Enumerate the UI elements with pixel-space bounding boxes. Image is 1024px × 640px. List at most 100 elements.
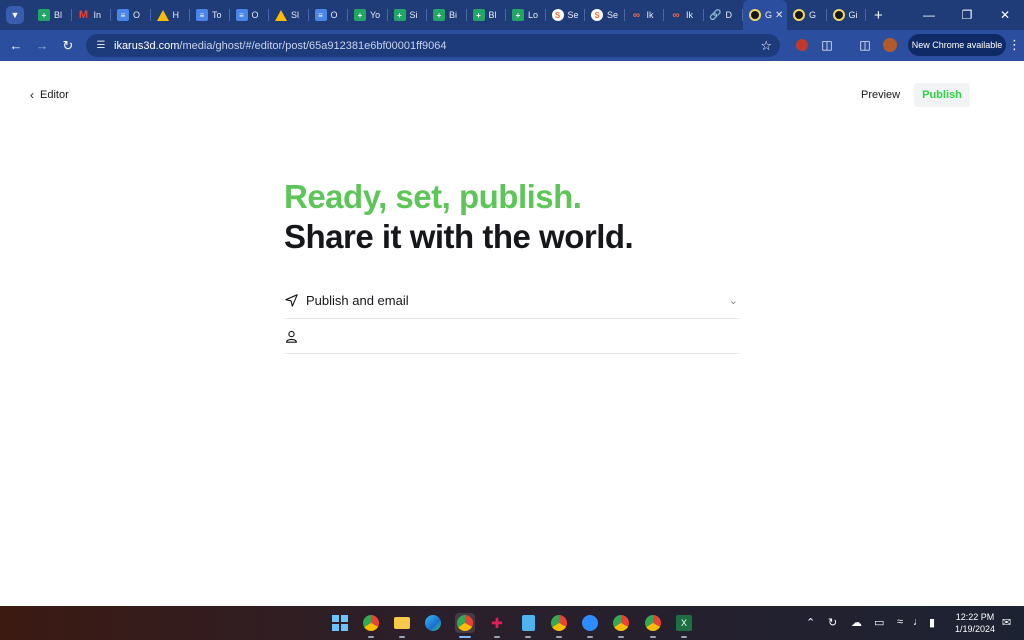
browser-tab[interactable]: Sl — [269, 0, 309, 30]
tab-title: G — [765, 10, 773, 20]
running-indicator — [587, 636, 593, 638]
browser-tab[interactable]: G ✕ — [743, 0, 787, 30]
browser-tab-strip: ▼ + Bl M In ≡ O H ≡ To ≡ O Sl ≡ O + Yo + Si + Bi + Bl + Lo S Se S S… — [0, 0, 1024, 30]
tab-list: + Bl M In ≡ O H ≡ To ≡ O Sl ≡ O + Yo + Si + Bi + Bl + Lo S Se S Se ∞… — [32, 0, 866, 30]
chrome-profile-1-icon[interactable] — [361, 613, 381, 633]
volume-icon[interactable]: ♩ — [913, 616, 924, 628]
tab-title: Bi — [449, 10, 458, 20]
browser-tab[interactable]: + Bi — [427, 0, 467, 30]
running-indicator — [681, 636, 687, 638]
tab-search-button[interactable]: ▼ — [6, 6, 24, 24]
back-to-editor-link[interactable]: ‹ Editor — [30, 88, 69, 102]
tab-title: Lo — [528, 10, 539, 20]
tab-title: O — [330, 10, 338, 20]
tab-title: D — [725, 10, 733, 20]
browser-tab[interactable]: ≡ O — [309, 0, 349, 30]
browser-tab[interactable]: + Lo — [506, 0, 546, 30]
sheets-icon: + — [38, 9, 50, 21]
chrome-profile-2-icon[interactable] — [455, 613, 475, 633]
tab-title: Si — [409, 10, 418, 20]
back-arrow-icon[interactable]: ← — [6, 36, 26, 56]
headline-line-1: Ready, set, publish. — [284, 178, 582, 215]
browser-tab[interactable]: S Se — [585, 0, 625, 30]
edge-icon[interactable] — [423, 613, 443, 633]
sync-icon[interactable]: ↻ — [828, 616, 837, 629]
address-bar[interactable]: ☰ ikarus3d.com/media/ghost/#/editor/post… — [86, 34, 780, 57]
tab-title: O — [251, 10, 259, 20]
extension-icon[interactable] — [794, 37, 810, 53]
preview-button[interactable]: Preview — [852, 83, 909, 107]
clock-time: 12:22 PM — [955, 612, 995, 622]
reload-icon[interactable]: ↻ — [58, 36, 78, 56]
chevron-down-icon: ⌄ — [728, 295, 738, 307]
battery-icon[interactable]: ▮ — [929, 616, 935, 629]
window-controls: — ❐ ✕ — [910, 0, 1024, 30]
chrome-profile-5-icon[interactable] — [643, 613, 663, 633]
browser-tab[interactable]: ≡ To — [190, 0, 230, 30]
browser-tab[interactable]: ∞ Ik — [625, 0, 665, 30]
side-panel-icon[interactable]: ◫ — [857, 37, 873, 53]
chrome-update-button[interactable]: New Chrome available — [908, 34, 1006, 56]
browser-tab[interactable]: G — [787, 0, 827, 30]
more-menu-icon[interactable]: ⋮ — [1008, 37, 1021, 53]
notifications-icon[interactable]: ✉ — [1002, 616, 1011, 629]
url-path: /media/ghost/#/editor/post/65a912381e6bf… — [179, 39, 447, 52]
running-indicator — [525, 636, 531, 638]
browser-tab[interactable]: + Yo — [348, 0, 388, 30]
chrome-profile-4-icon[interactable] — [611, 613, 631, 633]
tab-title: Bl — [488, 10, 497, 20]
windows-start-icon[interactable] — [330, 613, 350, 633]
browser-tab[interactable]: 🔗 D — [704, 0, 744, 30]
new-tab-button[interactable]: + — [874, 7, 883, 24]
forward-arrow-icon[interactable]: → — [32, 36, 52, 56]
wifi-icon[interactable]: ≈ — [897, 616, 903, 628]
browser-tab[interactable]: + Bl — [32, 0, 72, 30]
browser-tab[interactable]: + Si — [388, 0, 428, 30]
chevron-down-icon: ▼ — [10, 10, 20, 20]
close-tab-icon[interactable]: ✕ — [775, 10, 783, 21]
file-explorer-icon[interactable] — [392, 613, 412, 633]
tab-title: G — [809, 10, 817, 20]
browser-tab[interactable]: S Se — [546, 0, 586, 30]
browser-tab[interactable]: Gi — [827, 0, 867, 30]
extensions-puzzle-icon[interactable]: ◫ — [819, 37, 835, 53]
back-to-editor-label: Editor — [40, 89, 69, 101]
site-info-icon[interactable]: ☰ — [94, 39, 108, 53]
chevron-left-icon: ‹ — [30, 88, 34, 102]
chrome-profile-3-icon[interactable] — [549, 613, 569, 633]
zoom-icon[interactable] — [580, 613, 600, 633]
notepad-icon[interactable] — [518, 613, 538, 633]
ghost-icon — [832, 9, 845, 21]
ikarus-icon: ∞ — [672, 9, 680, 21]
browser-tab[interactable]: ≡ O — [111, 0, 151, 30]
browser-tab[interactable]: ≡ O — [230, 0, 270, 30]
slack-icon[interactable]: ✚ — [487, 613, 507, 633]
browser-tab[interactable]: H — [151, 0, 191, 30]
send-icon — [284, 293, 298, 307]
tab-title: To — [212, 10, 222, 20]
profile-avatar[interactable] — [882, 37, 898, 53]
minimize-icon[interactable]: — — [910, 8, 948, 22]
audience-option[interactable] — [284, 319, 740, 354]
drive-icon — [156, 9, 169, 21]
excel-icon[interactable]: X — [674, 613, 694, 633]
taskbar-clock[interactable]: 12:22 PM 1/19/2024 — [950, 611, 1000, 635]
publish-button[interactable]: Publish — [914, 83, 970, 107]
sheets-icon: + — [393, 9, 406, 21]
docs-icon: ≡ — [117, 9, 129, 21]
publish-type-option[interactable]: Publish and email ⌄ — [284, 282, 740, 319]
running-indicator — [556, 636, 562, 638]
url-text[interactable]: ikarus3d.com/media/ghost/#/editor/post/6… — [114, 40, 447, 52]
restore-icon[interactable]: ❐ — [948, 8, 986, 22]
bookmark-star-icon[interactable]: ☆ — [760, 38, 772, 54]
onedrive-icon[interactable]: ☁ — [851, 616, 862, 629]
tray-overflow-icon[interactable]: ⌃ — [806, 616, 815, 629]
sheets-icon: + — [472, 9, 485, 21]
browser-tab[interactable]: M In — [72, 0, 112, 30]
browser-tab[interactable]: + Bl — [467, 0, 507, 30]
ikarus-icon: ∞ — [632, 9, 641, 21]
close-window-icon[interactable]: ✕ — [986, 8, 1024, 22]
cast-icon[interactable]: ▭ — [874, 616, 884, 629]
browser-tab[interactable]: ∞ Ik — [664, 0, 704, 30]
ghost-icon — [793, 9, 805, 21]
